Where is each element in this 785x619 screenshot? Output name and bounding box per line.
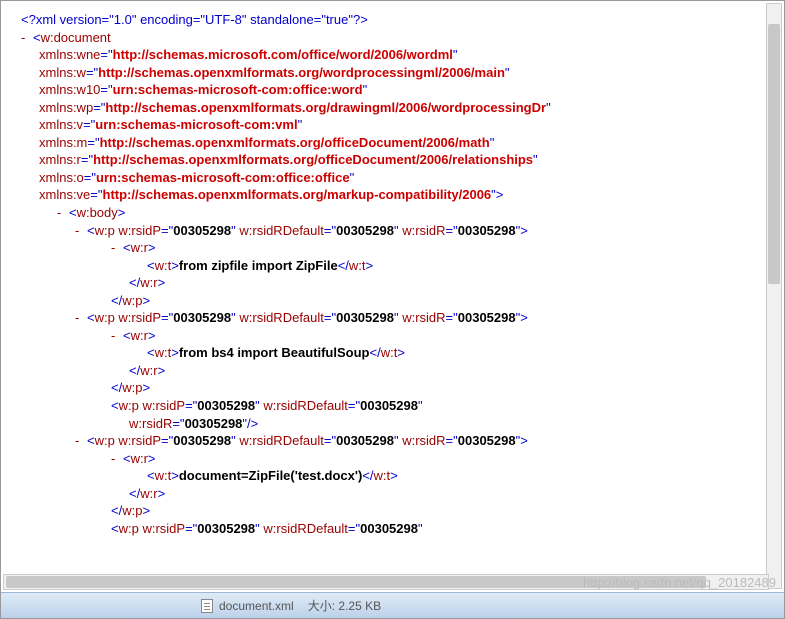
watermark: http://blog.csdn.net/qq_20182489 [583, 575, 776, 590]
taskbar-filename: document.xml [219, 599, 294, 613]
t-content: <w:t>from zipfile import ZipFile</w:t> [21, 257, 771, 275]
p-open: - <w:p w:rsidP="00305298" w:rsidRDefault… [21, 222, 771, 240]
p-open: - <w:p w:rsidP="00305298" w:rsidRDefault… [21, 309, 771, 327]
r-open: - <w:r> [21, 327, 771, 345]
taskbar-file[interactable]: document.xml [201, 599, 294, 613]
collapse-toggle[interactable]: - [75, 223, 79, 238]
collapse-toggle[interactable]: - [21, 30, 25, 45]
t-content: <w:t>from bs4 import BeautifulSoup</w:t> [21, 344, 771, 362]
t-content: <w:t>document=ZipFile('test.docx')</w:t> [21, 467, 771, 485]
root-open: - <w:document [21, 29, 771, 47]
body-open: - <w:body> [21, 204, 771, 222]
p-empty-line2: w:rsidR="00305298"/> [21, 415, 771, 433]
p-open-cut: <w:p w:rsidP="00305298" w:rsidRDefault="… [21, 520, 771, 538]
r-close: </w:r> [21, 362, 771, 380]
collapse-toggle[interactable]: - [75, 433, 79, 448]
ns-w: xmlns:w="http://schemas.openxmlformats.o… [21, 64, 771, 82]
ns-r: xmlns:r="http://schemas.openxmlformats.o… [21, 151, 771, 169]
p-open: - <w:p w:rsidP="00305298" w:rsidRDefault… [21, 432, 771, 450]
taskbar: document.xml 大小: 2.25 KB [1, 592, 784, 618]
xml-declaration: <?xml version="1.0" encoding="UTF-8" sta… [21, 11, 771, 29]
xml-viewer[interactable]: <?xml version="1.0" encoding="UTF-8" sta… [1, 1, 771, 591]
collapse-toggle[interactable]: - [111, 328, 115, 343]
collapse-toggle[interactable]: - [57, 205, 61, 220]
r-open: - <w:r> [21, 239, 771, 257]
collapse-toggle[interactable]: - [111, 451, 115, 466]
ns-ve: xmlns:ve="http://schemas.openxmlformats.… [21, 186, 771, 204]
taskbar-size: 大小: 2.25 KB [308, 597, 381, 614]
ns-m: xmlns:m="http://schemas.openxmlformats.o… [21, 134, 771, 152]
collapse-toggle[interactable]: - [111, 240, 115, 255]
ns-wne: xmlns:wne="http://schemas.microsoft.com/… [21, 46, 771, 64]
ns-w10: xmlns:w10="urn:schemas-microsoft-com:off… [21, 81, 771, 99]
p-close: </w:p> [21, 292, 771, 310]
vertical-scroll-thumb[interactable] [768, 24, 780, 284]
ns-wp: xmlns:wp="http://schemas.openxmlformats.… [21, 99, 771, 117]
p-close: </w:p> [21, 502, 771, 520]
ns-o: xmlns:o="urn:schemas-microsoft-com:offic… [21, 169, 771, 187]
p-empty: <w:p w:rsidP="00305298" w:rsidRDefault="… [21, 397, 771, 415]
r-open: - <w:r> [21, 450, 771, 468]
p-close: </w:p> [21, 379, 771, 397]
ns-v: xmlns:v="urn:schemas-microsoft-com:vml" [21, 116, 771, 134]
collapse-toggle[interactable]: - [75, 310, 79, 325]
file-icon [201, 599, 213, 613]
vertical-scrollbar[interactable] [766, 3, 782, 589]
r-close: </w:r> [21, 485, 771, 503]
r-close: </w:r> [21, 274, 771, 292]
